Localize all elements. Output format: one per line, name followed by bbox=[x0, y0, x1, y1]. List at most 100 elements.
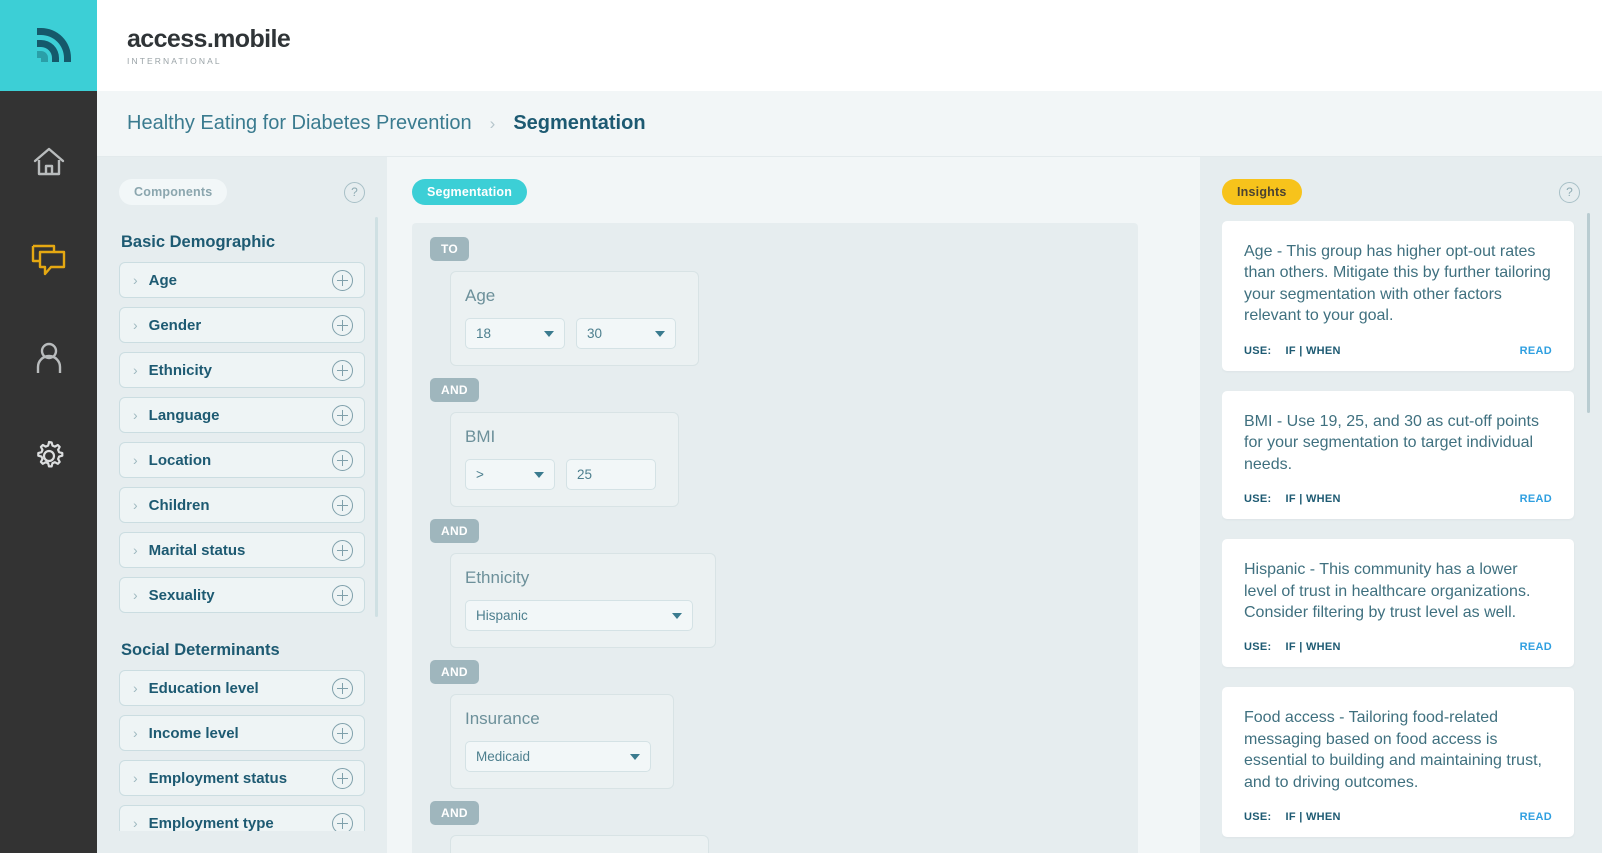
condition-wrapper: SD of Health metric<3 bbox=[412, 825, 1138, 853]
component-row[interactable]: › Gender bbox=[119, 307, 365, 343]
component-row[interactable]: › Ethnicity bbox=[119, 352, 365, 388]
chevron-right-icon: › bbox=[133, 815, 138, 831]
insight-if-when-button[interactable]: IF | WHEN bbox=[1285, 493, 1340, 505]
condition-fields: >25 bbox=[465, 459, 656, 490]
component-group-title: Social Determinants bbox=[121, 641, 280, 659]
component-row[interactable]: › Income level bbox=[119, 715, 365, 751]
add-component-icon[interactable] bbox=[332, 404, 353, 426]
operator-chip-to[interactable]: TO bbox=[430, 237, 470, 261]
gear-icon bbox=[36, 440, 63, 468]
operator-chip-and[interactable]: AND bbox=[430, 801, 479, 825]
condition-select[interactable]: > bbox=[465, 459, 555, 490]
insight-read-link[interactable]: READ bbox=[1520, 641, 1552, 653]
insights-scrollbar[interactable] bbox=[1587, 213, 1590, 413]
insight-card: Food access - Tailoring food-related mes… bbox=[1222, 687, 1574, 838]
add-component-icon[interactable] bbox=[332, 677, 353, 699]
nav-rail-items bbox=[0, 91, 97, 505]
component-label: Sexuality bbox=[148, 586, 215, 604]
component-row[interactable]: › Sexuality bbox=[119, 577, 365, 613]
sidebar-item-profile[interactable] bbox=[0, 309, 97, 407]
component-row[interactable]: › Age bbox=[119, 262, 365, 298]
component-row[interactable]: › Employment type bbox=[119, 805, 365, 831]
sidebar-item-settings[interactable] bbox=[0, 407, 97, 505]
chevron-right-icon: › bbox=[133, 680, 138, 696]
components-panel-header: Components ? bbox=[119, 179, 387, 205]
condition-fields: Hispanic bbox=[465, 600, 693, 631]
operator-chip-and[interactable]: AND bbox=[430, 660, 479, 684]
insights-panel: Insights ? Age - This group has higher o… bbox=[1200, 157, 1602, 853]
add-component-icon[interactable] bbox=[332, 269, 353, 291]
add-component-icon[interactable] bbox=[332, 359, 353, 381]
condition-title: Ethnicity bbox=[465, 568, 530, 587]
home-icon bbox=[33, 147, 64, 176]
help-icon[interactable]: ? bbox=[1559, 181, 1580, 203]
insight-if-when-button[interactable]: IF | WHEN bbox=[1285, 811, 1340, 823]
add-component-icon[interactable] bbox=[332, 584, 353, 606]
component-row[interactable]: › Marital status bbox=[119, 532, 365, 568]
insight-card: Hispanic - This community has a lower le… bbox=[1222, 539, 1574, 668]
signal-arc-icon bbox=[36, 27, 71, 62]
chevron-right-icon: › bbox=[133, 452, 138, 468]
add-component-icon[interactable] bbox=[332, 539, 353, 561]
operator-chip-and[interactable]: AND bbox=[430, 378, 479, 402]
insight-read-link[interactable]: READ bbox=[1520, 345, 1552, 357]
breadcrumb: Healthy Eating for Diabetes Prevention ›… bbox=[97, 91, 1602, 157]
field-value: 30 bbox=[587, 326, 603, 341]
components-list[interactable]: Basic Demographic › Age › Gender › Ethnicity › L… bbox=[119, 205, 387, 831]
insight-footer: USE: IF | WHEN READ bbox=[1244, 493, 1552, 505]
add-component-icon[interactable] bbox=[332, 494, 353, 516]
chevron-right-icon: › bbox=[133, 497, 138, 513]
help-icon[interactable]: ? bbox=[344, 181, 365, 203]
chevron-down-icon bbox=[544, 330, 554, 337]
condition-select[interactable]: 18 bbox=[465, 318, 565, 349]
chevron-right-icon: › bbox=[133, 587, 138, 603]
component-row[interactable]: › Language bbox=[119, 397, 365, 433]
nav-rail bbox=[0, 0, 97, 853]
component-label: Employment type bbox=[148, 814, 274, 832]
user-icon bbox=[36, 342, 61, 373]
component-label: Marital status bbox=[148, 541, 246, 559]
field-value: Medicaid bbox=[476, 749, 531, 764]
condition-wrapper: Ethnicity Hispanic bbox=[412, 543, 1138, 648]
operator-chip-and[interactable]: AND bbox=[430, 519, 479, 543]
component-label: Location bbox=[148, 451, 212, 469]
chevron-right-icon: › bbox=[133, 362, 138, 378]
field-value: > bbox=[476, 467, 484, 482]
condition-card: SD of Health metric<3 bbox=[450, 835, 709, 853]
condition-input[interactable]: 25 bbox=[566, 459, 656, 490]
insight-read-link[interactable]: READ bbox=[1520, 493, 1552, 505]
sidebar-item-home[interactable] bbox=[0, 113, 97, 211]
insight-text: Food access - Tailoring food-related mes… bbox=[1244, 709, 1542, 791]
component-label: Language bbox=[148, 406, 220, 424]
condition-select[interactable]: Hispanic bbox=[465, 600, 693, 631]
add-component-icon[interactable] bbox=[332, 314, 353, 336]
component-label: Children bbox=[148, 496, 210, 514]
brand-name: access.mobile bbox=[127, 25, 291, 53]
field-value: 18 bbox=[476, 326, 492, 341]
components-pill: Components bbox=[119, 179, 228, 205]
component-label: Income level bbox=[148, 724, 239, 742]
add-component-icon[interactable] bbox=[332, 812, 353, 831]
breadcrumb-parent[interactable]: Healthy Eating for Diabetes Prevention bbox=[127, 112, 472, 135]
add-component-icon[interactable] bbox=[332, 722, 353, 744]
insight-if-when-button[interactable]: IF | WHEN bbox=[1285, 641, 1340, 653]
condition-select[interactable]: 30 bbox=[576, 318, 676, 349]
add-component-icon[interactable] bbox=[332, 767, 353, 789]
app-logo[interactable] bbox=[0, 0, 97, 91]
insight-read-link[interactable]: READ bbox=[1520, 811, 1552, 823]
component-row[interactable]: › Education level bbox=[119, 670, 365, 706]
insight-if-when-button[interactable]: IF | WHEN bbox=[1285, 345, 1340, 357]
component-row[interactable]: › Location bbox=[119, 442, 365, 478]
components-scrollbar[interactable] bbox=[375, 217, 378, 617]
add-component-icon[interactable] bbox=[332, 449, 353, 471]
condition-fields: 18 30 bbox=[465, 318, 676, 349]
insight-use-label: USE: bbox=[1244, 811, 1272, 824]
condition-select[interactable]: Medicaid bbox=[465, 741, 651, 772]
component-row[interactable]: › Children bbox=[119, 487, 365, 523]
insight-text: Age - This group has higher opt-out rate… bbox=[1244, 243, 1551, 325]
condition-wrapper: Age 18 30 bbox=[412, 261, 1138, 366]
sidebar-item-messages[interactable] bbox=[0, 211, 97, 309]
brand-block: access.mobile INTERNATIONAL bbox=[127, 25, 291, 66]
component-row[interactable]: › Employment status bbox=[119, 760, 365, 796]
component-label: Age bbox=[148, 271, 178, 289]
